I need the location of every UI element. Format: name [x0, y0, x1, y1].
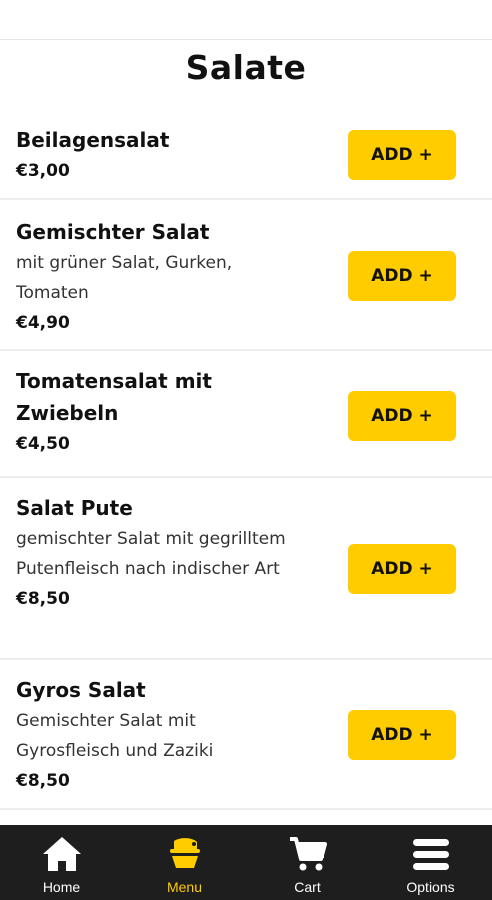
- add-to-cart-button[interactable]: ADD +: [348, 544, 456, 594]
- nav-menu-label: Menu: [166, 879, 203, 895]
- menu-item-name: Beilagensalat: [16, 128, 170, 152]
- add-to-cart-button[interactable]: ADD +: [348, 251, 456, 301]
- nav-menu[interactable]: Menu: [123, 825, 246, 900]
- menu-item: Tomatensalat mit Zwiebeln €4,50 ADD +: [0, 351, 492, 478]
- home-icon: [42, 837, 81, 871]
- nav-home[interactable]: Home: [0, 825, 123, 900]
- section-title: Salate: [185, 48, 307, 87]
- menu-list: Beilagensalat €3,00 ADD + Gemischter Sal…: [0, 108, 492, 810]
- menu-item: Gemischter Salat mit grüner Salat, Gurke…: [0, 200, 492, 351]
- nav-options-label: Options: [406, 879, 455, 895]
- menu-item-price: €4,90: [16, 313, 70, 333]
- menu-item-name: Gemischter Salat: [16, 220, 210, 244]
- menu-item-description: mit grüner Salat, Gurken, Tomaten: [16, 253, 233, 303]
- add-to-cart-button[interactable]: ADD +: [348, 130, 456, 180]
- menu-item-text: Salat Pute gemischter Salat mit gegrillt…: [16, 492, 316, 614]
- menu-item-text: Gyros Salat Gemischter Salat mit Gyrosfl…: [16, 674, 276, 796]
- add-to-cart-button[interactable]: ADD +: [348, 391, 456, 441]
- menu-item-text: Beilagensalat €3,00: [16, 124, 316, 186]
- menu-item-text: Tomatensalat mit Zwiebeln €4,50: [16, 365, 266, 459]
- menu-item-name: Salat Pute: [16, 496, 133, 520]
- menu-item-description: Gemischter Salat mit Gyrosfleisch und Za…: [16, 711, 214, 761]
- menu-food-icon: [169, 838, 200, 868]
- options-icon: [412, 839, 449, 870]
- menu-item: Salat Pute gemischter Salat mit gegrillt…: [0, 478, 492, 660]
- menu-item-name: Gyros Salat: [16, 678, 146, 702]
- nav-options[interactable]: Options: [369, 825, 492, 900]
- menu-item-price: €8,50: [16, 771, 70, 791]
- menu-item-price: €3,00: [16, 161, 70, 181]
- cart-icon: [289, 837, 327, 871]
- nav-cart-label: Cart: [294, 879, 321, 895]
- menu-item-price: €4,50: [16, 434, 70, 454]
- menu-item: Gyros Salat Gemischter Salat mit Gyrosfl…: [0, 660, 492, 810]
- menu-item-text: Gemischter Salat mit grüner Salat, Gurke…: [16, 216, 286, 338]
- menu-item-price: €8,50: [16, 589, 70, 609]
- menu-item-description: gemischter Salat mit gegrilltem Putenfle…: [16, 529, 286, 579]
- menu-item: Beilagensalat €3,00 ADD +: [0, 108, 492, 200]
- top-bar: [0, 0, 492, 40]
- add-to-cart-button[interactable]: ADD +: [348, 710, 456, 760]
- nav-home-label: Home: [42, 879, 81, 895]
- nav-cart[interactable]: Cart: [246, 825, 369, 900]
- menu-item-name: Tomatensalat mit Zwiebeln: [16, 369, 212, 425]
- bottom-navigation: Home Menu Cart Options: [0, 825, 492, 900]
